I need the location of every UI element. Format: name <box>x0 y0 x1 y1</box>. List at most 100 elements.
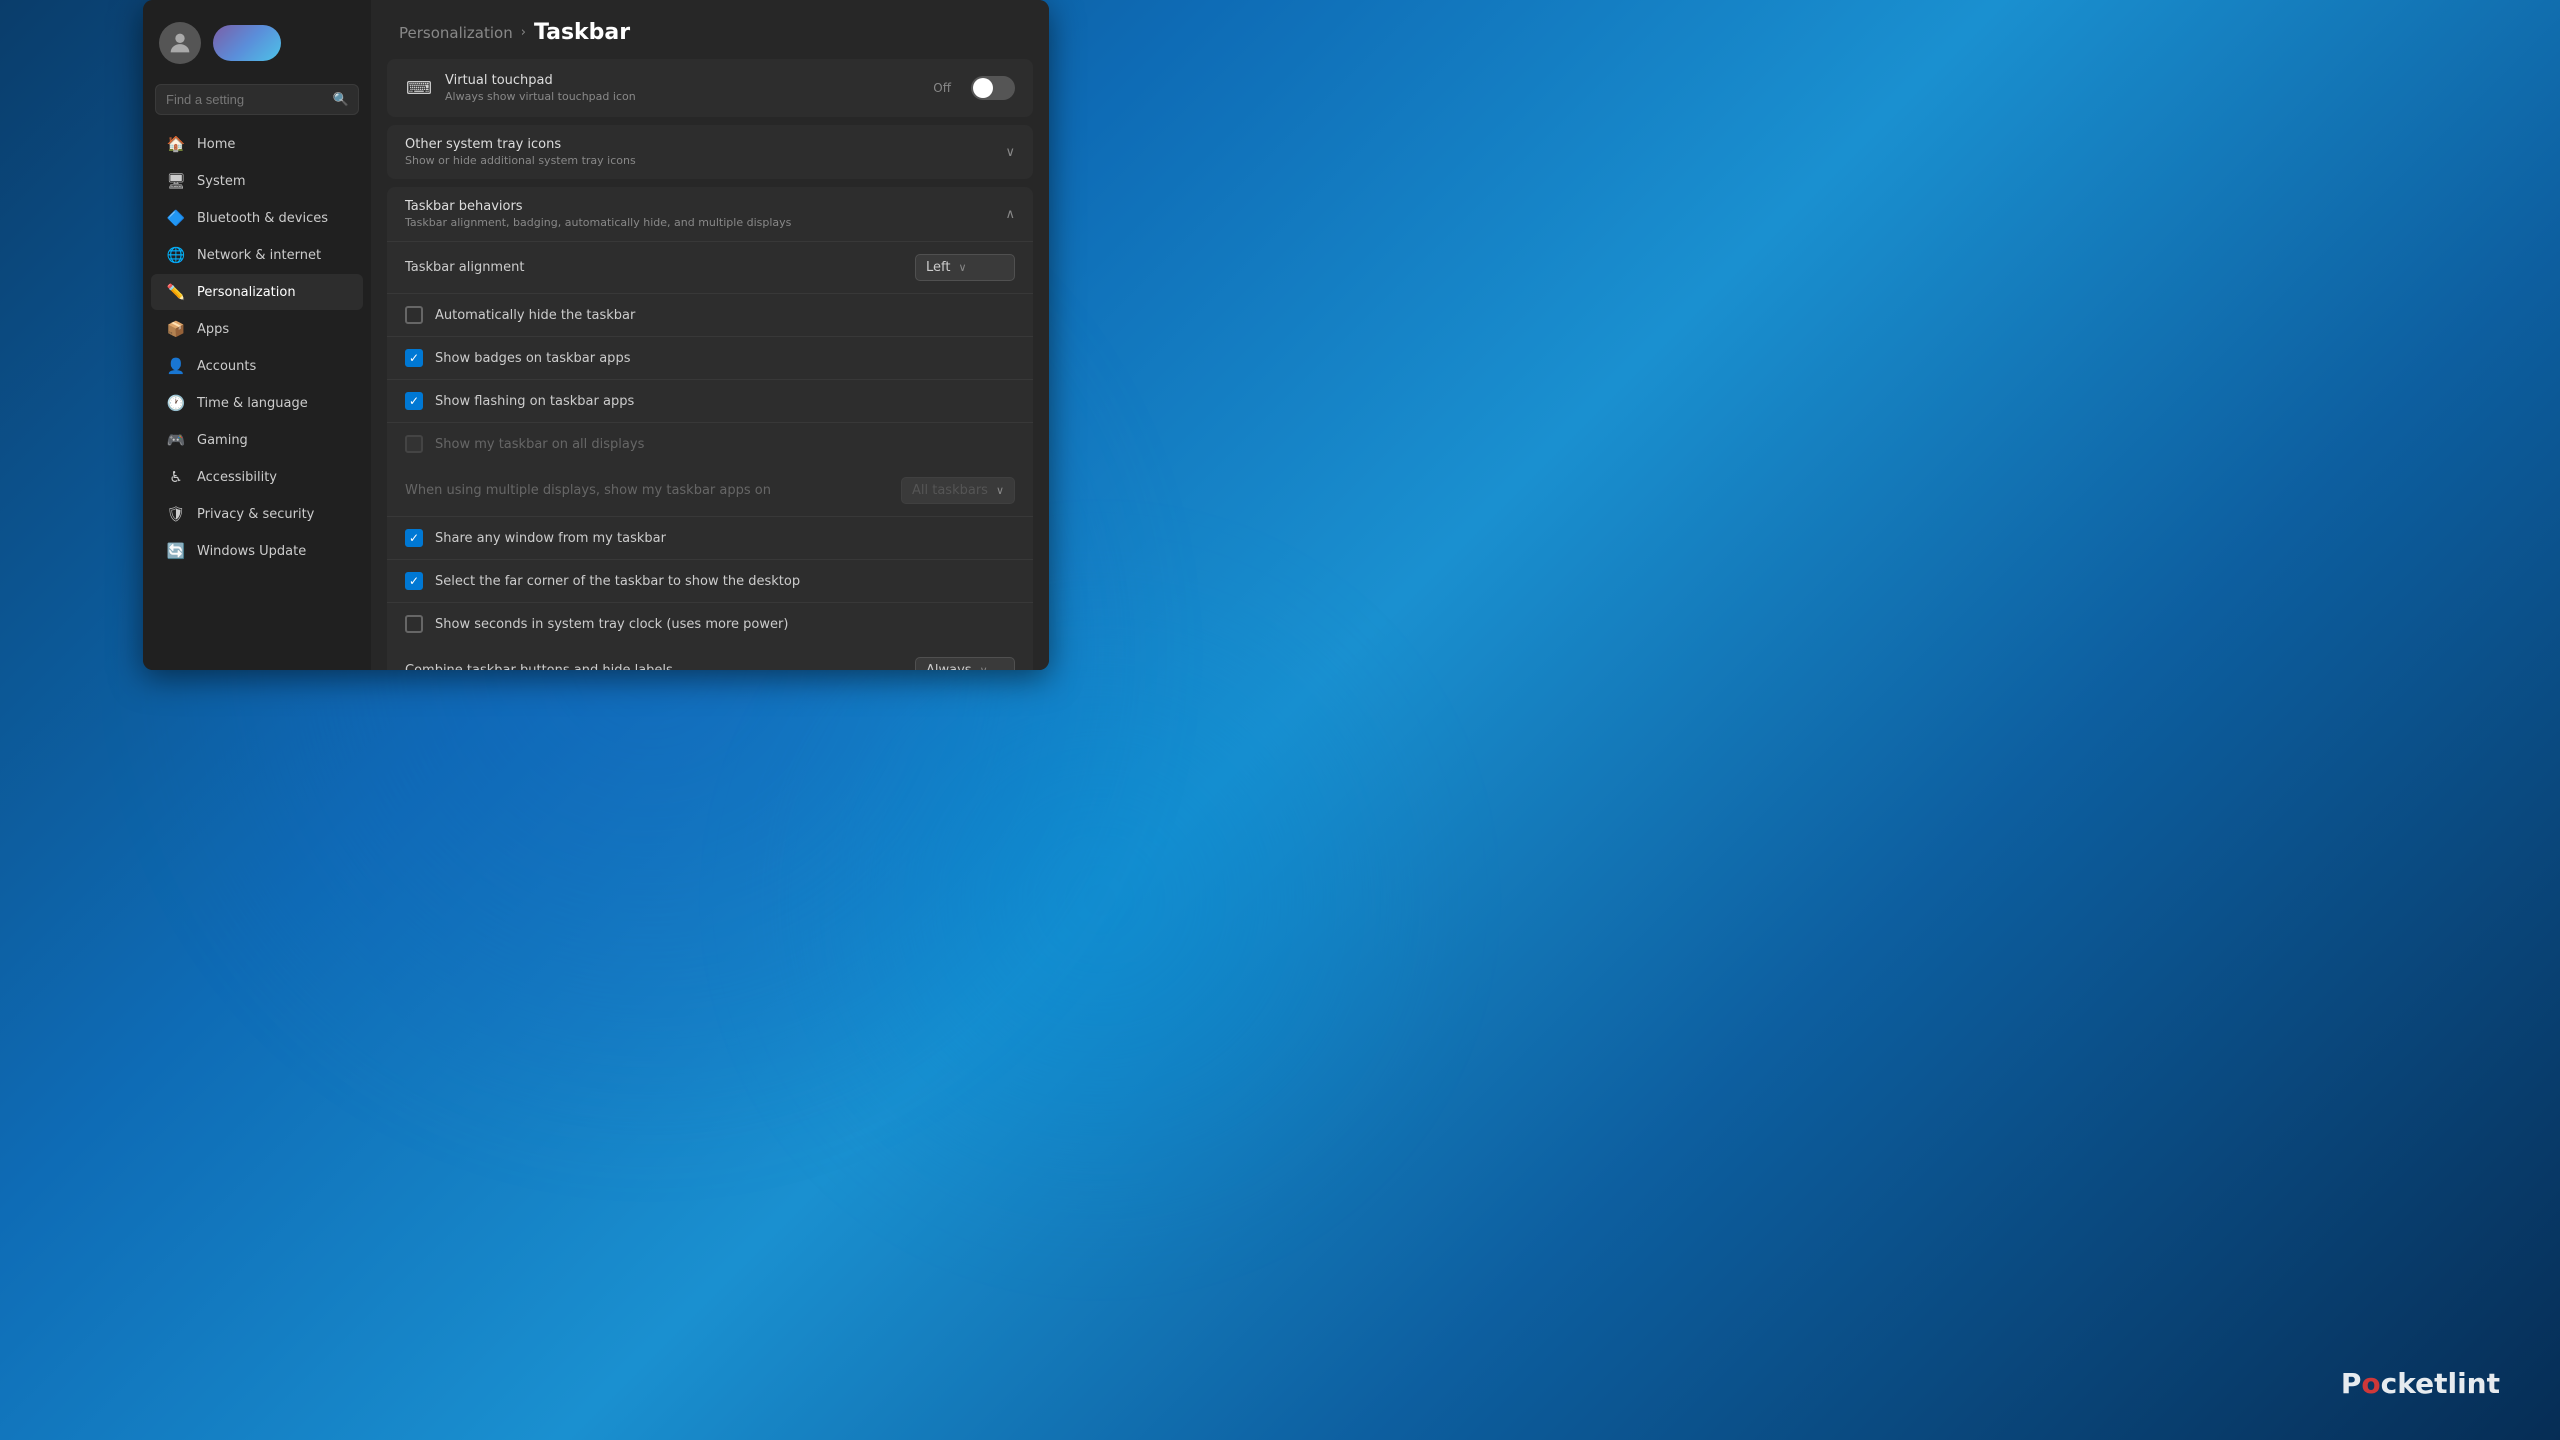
behavior-row-all_displays: Show my taskbar on all displays <box>387 423 1033 465</box>
behavior-row-far_corner: Select the far corner of the taskbar to … <box>387 560 1033 603</box>
behaviors-chevron: ∧ <box>1005 207 1015 222</box>
nav-icon-bluetooth: 🔷 <box>167 209 185 227</box>
alignment-value: Left <box>926 260 950 275</box>
watermark-highlight: o <box>2361 1367 2380 1400</box>
sidebar-item-update[interactable]: 🔄 Windows Update <box>151 533 363 569</box>
nav-label-network: Network & internet <box>197 248 321 263</box>
behavior-items-2: Share any window from my taskbar Select … <box>387 517 1033 645</box>
behavior-label-show_seconds: Show seconds in system tray clock (uses … <box>435 617 1015 632</box>
sidebar-item-privacy[interactable]: 🛡 Privacy & security <box>151 496 363 532</box>
nav-label-accounts: Accounts <box>197 359 256 374</box>
page-header: Personalization › Taskbar <box>371 0 1049 59</box>
watermark-prefix: P <box>2341 1367 2362 1400</box>
sidebar-item-accounts[interactable]: 👤 Accounts <box>151 348 363 384</box>
user-logo <box>213 25 281 61</box>
nav-label-privacy: Privacy & security <box>197 507 314 522</box>
nav-label-personalization: Personalization <box>197 285 296 300</box>
settings-window: 🔍 🏠 Home 🖥 System 🔷 Bluetooth & devices … <box>143 0 1049 670</box>
other-tray-subtitle: Show or hide additional system tray icon… <box>405 154 1005 167</box>
nav-icon-network: 🌐 <box>167 246 185 264</box>
behavior-label-share_window: Share any window from my taskbar <box>435 531 1015 546</box>
virtual-touchpad-toggle[interactable] <box>971 76 1015 100</box>
main-content: Personalization › Taskbar ⌨ Virtual touc… <box>371 0 1049 670</box>
multi-display-label: When using multiple displays, show my ta… <box>405 483 889 498</box>
taskbar-behaviors-header[interactable]: Taskbar behaviors Taskbar alignment, bad… <box>387 187 1033 242</box>
breadcrumb-parent[interactable]: Personalization <box>399 24 513 42</box>
other-tray-icons-header[interactable]: Other system tray icons Show or hide add… <box>387 125 1033 179</box>
behavior-items-1: Automatically hide the taskbar Show badg… <box>387 294 1033 465</box>
behavior-row-show_badges: Show badges on taskbar apps <box>387 337 1033 380</box>
other-tray-label: Other system tray icons <box>405 137 1005 152</box>
behavior-label-far_corner: Select the far corner of the taskbar to … <box>435 574 1015 589</box>
nav-icon-accessibility: ♿ <box>167 468 185 486</box>
virtual-touchpad-label: Virtual touchpad <box>445 73 921 88</box>
sidebar-item-bluetooth[interactable]: 🔷 Bluetooth & devices <box>151 200 363 236</box>
behavior-row-auto_hide: Automatically hide the taskbar <box>387 294 1033 337</box>
sidebar-item-time[interactable]: 🕐 Time & language <box>151 385 363 421</box>
nav-icon-apps: 📦 <box>167 320 185 338</box>
search-icon: 🔍 <box>333 92 349 107</box>
nav-icon-accounts: 👤 <box>167 357 185 375</box>
virtual-touchpad-row: ⌨ Virtual touchpad Always show virtual t… <box>387 59 1033 117</box>
combine-buttons-dropdown[interactable]: Always ∨ <box>915 657 1015 670</box>
nav-icon-update: 🔄 <box>167 542 185 560</box>
nav-label-bluetooth: Bluetooth & devices <box>197 211 328 226</box>
sidebar-item-apps[interactable]: 📦 Apps <box>151 311 363 347</box>
behavior-label-all_displays: Show my taskbar on all displays <box>435 437 1015 452</box>
watermark-suffix: cketlint <box>2381 1367 2500 1400</box>
checkbox-show_badges[interactable] <box>405 349 423 367</box>
sidebar-item-accessibility[interactable]: ♿ Accessibility <box>151 459 363 495</box>
nav-icon-home: 🏠 <box>167 135 185 153</box>
alignment-dropdown[interactable]: Left ∨ <box>915 254 1015 281</box>
sidebar-item-network[interactable]: 🌐 Network & internet <box>151 237 363 273</box>
avatar[interactable] <box>159 22 201 64</box>
sidebar-item-gaming[interactable]: 🎮 Gaming <box>151 422 363 458</box>
multi-display-value: All taskbars <box>912 483 988 498</box>
checkbox-auto_hide[interactable] <box>405 306 423 324</box>
behaviors-subtitle: Taskbar alignment, badging, automaticall… <box>405 216 1005 229</box>
nav-icon-privacy: 🛡 <box>167 505 185 523</box>
nav-icon-personalization: ✏️ <box>167 283 185 301</box>
nav-icon-gaming: 🎮 <box>167 431 185 449</box>
checkbox-all_displays <box>405 435 423 453</box>
user-profile <box>143 12 371 80</box>
virtual-touchpad-subtitle: Always show virtual touchpad icon <box>445 90 921 103</box>
nav-label-apps: Apps <box>197 322 229 337</box>
nav-label-home: Home <box>197 137 235 152</box>
virtual-touchpad-section: ⌨ Virtual touchpad Always show virtual t… <box>387 59 1033 117</box>
checkbox-show_seconds[interactable] <box>405 615 423 633</box>
nav-label-time: Time & language <box>197 396 308 411</box>
checkbox-share_window[interactable] <box>405 529 423 547</box>
page-title: Taskbar <box>534 20 630 45</box>
multi-display-row: When using multiple displays, show my ta… <box>387 465 1033 517</box>
breadcrumb-arrow: › <box>521 25 526 40</box>
sidebar-item-personalization[interactable]: ✏️ Personalization <box>151 274 363 310</box>
behavior-label-auto_hide: Automatically hide the taskbar <box>435 308 1015 323</box>
behaviors-label: Taskbar behaviors <box>405 199 1005 214</box>
nav-icon-system: 🖥 <box>167 172 185 190</box>
behavior-label-show_flashing: Show flashing on taskbar apps <box>435 394 1015 409</box>
alignment-row: Taskbar alignment Left ∨ <box>387 242 1033 294</box>
taskbar-behaviors-section: Taskbar behaviors Taskbar alignment, bad… <box>387 187 1033 670</box>
combine-buttons-label: Combine taskbar buttons and hide labels <box>405 663 903 670</box>
nav-items: 🏠 Home 🖥 System 🔷 Bluetooth & devices 🌐 … <box>143 123 371 670</box>
combine-buttons-value: Always <box>926 663 972 670</box>
sidebar-item-home[interactable]: 🏠 Home <box>151 126 363 162</box>
toggle-off-label: Off <box>933 81 951 95</box>
sidebar-item-system[interactable]: 🖥 System <box>151 163 363 199</box>
search-box[interactable]: 🔍 <box>155 84 359 115</box>
nav-label-update: Windows Update <box>197 544 306 559</box>
search-input[interactable] <box>155 84 359 115</box>
combine-buttons-row: Combine taskbar buttons and hide labels … <box>387 645 1033 670</box>
behavior-row-share_window: Share any window from my taskbar <box>387 517 1033 560</box>
behavior-label-show_badges: Show badges on taskbar apps <box>435 351 1015 366</box>
checkbox-far_corner[interactable] <box>405 572 423 590</box>
touchpad-icon: ⌨ <box>405 74 433 102</box>
behavior-row-show_flashing: Show flashing on taskbar apps <box>387 380 1033 423</box>
other-tray-chevron: ∨ <box>1005 145 1015 160</box>
multi-display-dropdown: All taskbars ∨ <box>901 477 1015 504</box>
checkbox-show_flashing[interactable] <box>405 392 423 410</box>
combine-buttons-arrow: ∨ <box>980 664 988 670</box>
behavior-row-show_seconds: Show seconds in system tray clock (uses … <box>387 603 1033 645</box>
multi-display-arrow: ∨ <box>996 484 1004 497</box>
